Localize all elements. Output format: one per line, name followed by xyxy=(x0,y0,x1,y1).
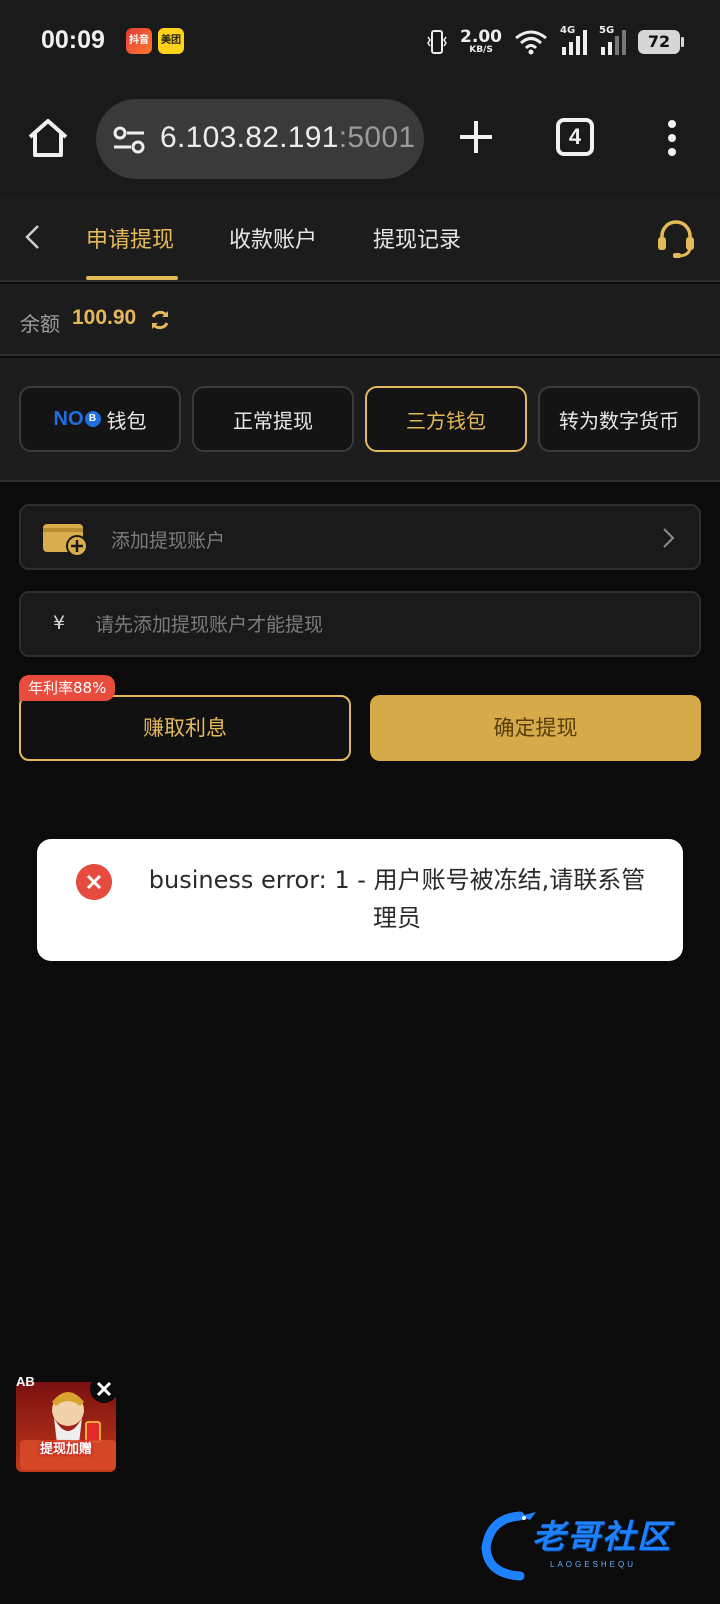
error-message: business error: 1 - 用户账号被冻结,请联系管理员 xyxy=(148,866,646,932)
status-time: 00:09 xyxy=(41,26,105,54)
url-port: :5001 xyxy=(338,121,416,154)
tab-apply-withdraw[interactable]: 申请提现 xyxy=(86,222,174,254)
signal-5g-label: 5G xyxy=(599,25,615,36)
nb-logo-text: NO xyxy=(53,407,84,430)
more-menu-icon[interactable] xyxy=(666,120,678,160)
signal-4g-icon: 4G xyxy=(560,25,587,55)
error-toast: business error: 1 - 用户账号被冻结,请联系管理员 xyxy=(37,839,683,961)
add-account-label: 添加提现账户 xyxy=(111,530,226,552)
error-icon xyxy=(76,864,112,900)
withdraw-methods: NO B 钱包 正常提现 三方钱包 转为数字货币 xyxy=(0,358,720,482)
back-arrow-icon[interactable] xyxy=(20,222,44,252)
vibrate-icon xyxy=(427,30,447,54)
close-icon[interactable] xyxy=(90,1375,118,1403)
tab-payee-accounts[interactable]: 收款账户 xyxy=(229,222,317,254)
net-speed-value: 2.00 xyxy=(460,27,502,47)
address-bar[interactable]: 6.103.82.191:5001 xyxy=(96,99,424,179)
browser-toolbar: 6.103.82.191:5001 4 xyxy=(0,84,720,196)
add-account-row[interactable]: 添加提现账户 xyxy=(19,504,701,570)
promo-corner-text: AB xyxy=(16,1374,35,1389)
net-speed-unit: KB/S xyxy=(469,45,493,55)
balance-value: 100.90 xyxy=(72,306,137,329)
method-normal-withdraw[interactable]: 正常提现 xyxy=(192,386,354,452)
annual-rate-badge: 年利率88% xyxy=(19,675,116,701)
headset-support-icon[interactable] xyxy=(654,216,698,260)
notification-app-icon: 抖音 xyxy=(126,28,152,54)
refresh-icon[interactable] xyxy=(148,308,172,332)
wallet-add-icon xyxy=(43,524,88,557)
url-text[interactable]: 6.103.82.191:5001 xyxy=(160,121,415,155)
new-tab-icon[interactable] xyxy=(456,117,496,157)
balance-row: 余额 100.90 xyxy=(0,284,720,356)
battery-indicator: 72 xyxy=(638,30,684,54)
promo-label[interactable]: 提现加赠 xyxy=(20,1438,112,1457)
amount-field[interactable]: ¥ xyxy=(19,591,701,657)
chevron-right-icon xyxy=(663,528,675,548)
app-nav: 申请提现 收款账户 提现记录 xyxy=(0,196,720,282)
watermark-text: 老哥社区 xyxy=(532,1517,672,1556)
balance-label: 余额 xyxy=(20,312,60,336)
method-convert-crypto[interactable]: 转为数字货币 xyxy=(538,386,700,452)
watermark: 老哥社区 LAOGESHEQU xyxy=(480,1508,704,1582)
nb-logo-icon: NO B xyxy=(54,408,101,431)
earn-interest-button[interactable]: 赚取利息 xyxy=(19,695,351,761)
method-nb-wallet[interactable]: NO B 钱包 xyxy=(19,386,181,452)
home-icon[interactable] xyxy=(26,116,70,160)
active-tab-indicator xyxy=(86,276,178,280)
tab-withdraw-history[interactable]: 提现记录 xyxy=(373,222,461,254)
status-indicators: 2.00 KB/S 4G 5G 72 xyxy=(426,22,684,62)
status-bar: 00:09 抖音 美团 2.00 KB/S 4G 5G 72 xyxy=(0,0,720,84)
meituan-icon: 美团 xyxy=(158,28,184,54)
watermark-subtext: LAOGESHEQU xyxy=(550,1560,637,1569)
site-settings-icon[interactable] xyxy=(112,123,146,157)
wifi-icon xyxy=(515,30,547,55)
method-nb-wallet-label: 钱包 xyxy=(106,408,147,433)
confirm-withdraw-button[interactable]: 确定提现 xyxy=(370,695,701,761)
amount-input[interactable] xyxy=(95,607,675,643)
currency-symbol: ¥ xyxy=(53,612,66,634)
net-speed: 2.00 KB/S xyxy=(460,29,502,55)
tab-switcher-button[interactable]: 4 xyxy=(556,118,594,156)
signal-5g-icon: 5G xyxy=(599,25,626,55)
url-host: 6.103.82.191 xyxy=(160,121,339,154)
method-third-party-wallet[interactable]: 三方钱包 xyxy=(365,386,527,452)
signal-4g-label: 4G xyxy=(560,25,576,36)
